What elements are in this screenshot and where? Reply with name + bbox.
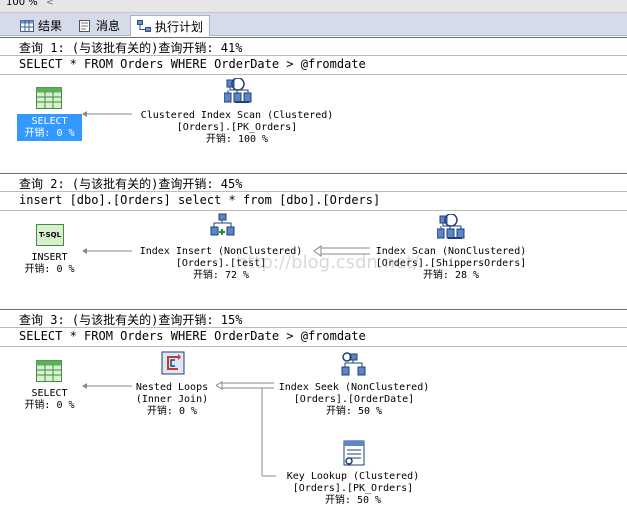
query-1-bottom-rule — [0, 74, 627, 75]
nested-loops-cost: 开销: 0 % — [146, 406, 198, 417]
tab-messages[interactable]: 消息 — [72, 16, 126, 35]
index-seek-name: Index Seek (NonClustered) — [278, 382, 430, 393]
select-cost: 开销: 0 % — [24, 400, 75, 411]
insert-name: INSERT — [31, 252, 68, 263]
clustered-index-scan-cost: 开销: 100 % — [205, 134, 269, 145]
nested-loops-name: Nested Loops — [135, 382, 209, 393]
query-3-mid-rule — [0, 327, 627, 328]
clustered-index-scan-label: Clustered Index Scan (Clustered) [Orders… — [132, 110, 342, 146]
query-1-header: 查询 1: (与该批有关的)查询开销: 41% — [19, 41, 243, 55]
query-1-top-rule — [0, 37, 627, 38]
select-name: SELECT — [31, 116, 68, 127]
nested-loops-label: Nested Loops (Inner Join) 开销: 0 % — [122, 382, 222, 418]
tsql-insert-icon[interactable]: T-SQL — [36, 224, 64, 246]
select-name: SELECT — [31, 388, 68, 399]
select-result-icon[interactable] — [36, 360, 62, 382]
index-seek-icon[interactable] — [341, 352, 367, 376]
key-lookup-icon[interactable] — [341, 440, 367, 466]
key-lookup-object: [Orders].[PK_Orders] — [292, 483, 414, 494]
results-tabstrip: 结果 消息 执行计划 — [0, 13, 627, 36]
nested-loops-icon[interactable] — [161, 351, 185, 375]
query-1-mid-rule — [0, 55, 627, 56]
key-lookup-name: Key Lookup (Clustered) — [286, 471, 420, 482]
index-seek-label: Index Seek (NonClustered) [Orders].[Orde… — [268, 382, 440, 418]
tab-results-label: 结果 — [38, 19, 63, 33]
flow-arrow — [82, 111, 132, 117]
key-lookup-cost: 开销: 50 % — [324, 495, 382, 506]
select-result-icon[interactable] — [36, 87, 62, 109]
insert-cost: 开销: 0 % — [24, 264, 75, 275]
tsql-icon-text: T-SQL — [38, 231, 62, 239]
select-cost: 开销: 0 % — [24, 128, 75, 139]
index-seek-object: [Orders].[OrderDate] — [293, 394, 415, 405]
clustered-index-scan-icon[interactable] — [224, 78, 252, 104]
flow-arrow — [82, 248, 132, 254]
grid-icon — [20, 19, 34, 32]
query-2-header: 查询 2: (与该批有关的)查询开销: 45% — [19, 177, 243, 191]
clustered-index-scan-object: [Orders].[PK_Orders] — [176, 122, 298, 133]
zoom-level[interactable]: 100 % — [6, 0, 38, 8]
index-insert-icon[interactable] — [210, 213, 236, 237]
clustered-index-scan-name: Clustered Index Scan (Clustered) — [140, 110, 334, 121]
query-2-top-rule — [0, 173, 627, 174]
execution-plan-icon — [137, 20, 151, 32]
query-2-bottom-rule — [0, 210, 627, 211]
tab-execution-plan[interactable]: 执行计划 — [130, 15, 211, 36]
query-3-top-rule — [0, 309, 627, 310]
select-operator-selected[interactable]: SELECT 开销: 0 % — [17, 114, 82, 141]
flow-arrow-branch — [216, 381, 276, 477]
key-lookup-label: Key Lookup (Clustered) [Orders].[PK_Orde… — [278, 471, 428, 507]
index-seek-cost: 开销: 50 % — [325, 406, 383, 417]
query-2-sql: insert [dbo].[Orders] select * from [dbo… — [19, 193, 381, 207]
index-scan-icon[interactable] — [437, 214, 465, 240]
tab-messages-label: 消息 — [96, 19, 121, 33]
select-operator-label: SELECT 开销: 0 % — [17, 116, 82, 140]
message-icon — [79, 19, 90, 32]
query-3-bottom-rule — [0, 346, 627, 347]
tab-execution-plan-label: 执行计划 — [155, 19, 204, 34]
select-operator-label[interactable]: SELECT 开销: 0 % — [17, 388, 82, 412]
zoom-bar: 100 % < — [0, 0, 627, 13]
query-3-header: 查询 3: (与该批有关的)查询开销: 15% — [19, 313, 243, 327]
tab-results[interactable]: 结果 — [14, 16, 68, 35]
watermark: http://blog.csdn.net/ — [236, 252, 420, 273]
query-1-sql: SELECT * FROM Orders WHERE OrderDate > @… — [19, 57, 366, 71]
query-2-mid-rule — [0, 191, 627, 192]
query-3-sql: SELECT * FROM Orders WHERE OrderDate > @… — [19, 329, 366, 343]
nested-loops-sub: (Inner Join) — [135, 394, 209, 405]
zoom-caret-icon[interactable]: < — [46, 0, 54, 8]
insert-operator-label[interactable]: INSERT 开销: 0 % — [17, 252, 82, 276]
